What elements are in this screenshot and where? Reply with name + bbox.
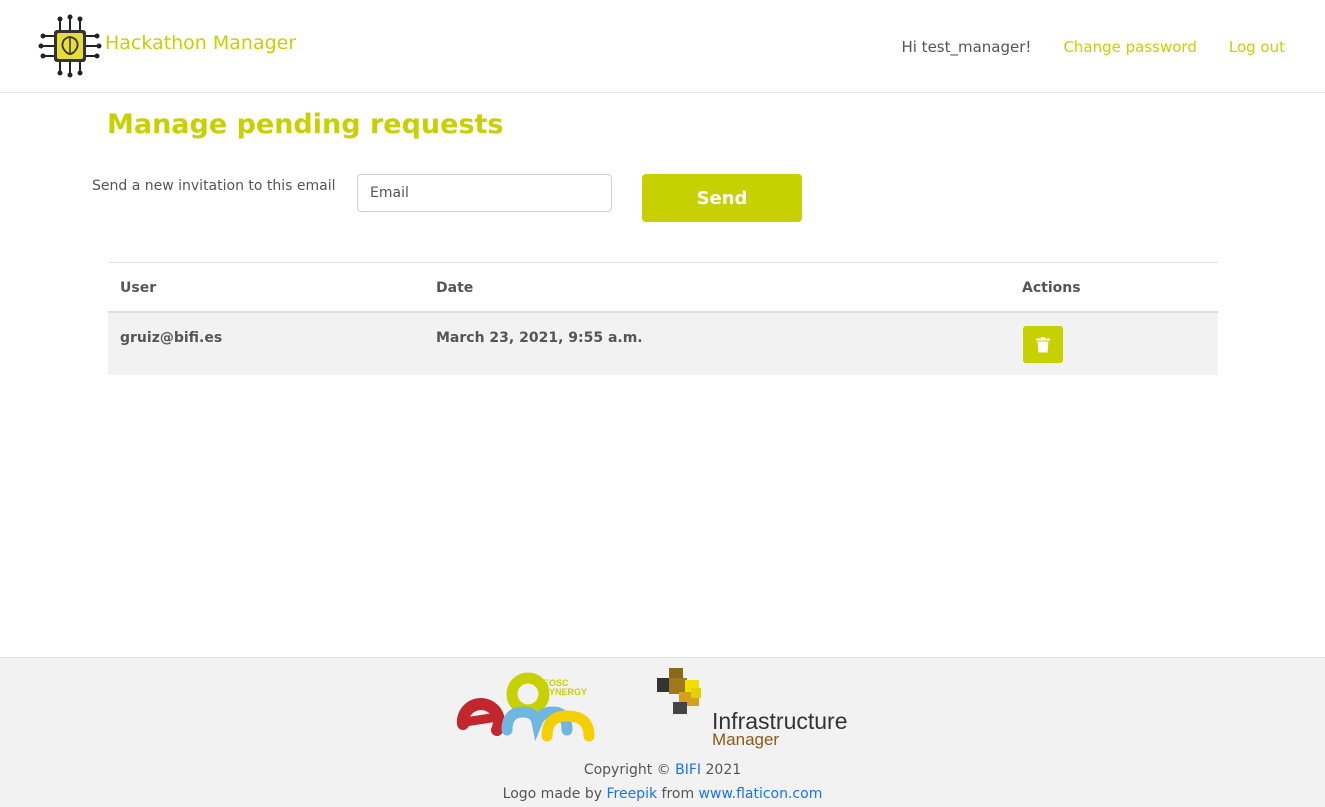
eosc-synergy-logo[interactable]: EOSC SYNERGY — [455, 672, 600, 747]
row-date: March 23, 2021, 9:55 a.m. — [436, 330, 643, 346]
nav-user-menu: Hi test_manager! Change password Log out — [901, 38, 1285, 56]
copyright-suffix: 2021 — [701, 762, 742, 778]
eosc-synergy-text: EOSC SYNERGY — [543, 679, 587, 697]
flaticon-link[interactable]: www.flaticon.com — [699, 786, 823, 802]
logo-credit-prefix: Logo made by — [502, 786, 607, 802]
change-password-link[interactable]: Change password — [1063, 38, 1196, 56]
bifi-link[interactable]: BIFI — [675, 762, 701, 778]
freepik-link[interactable]: Freepik — [606, 786, 657, 802]
invite-email-label: Send a new invitation to this email — [92, 178, 336, 194]
column-header-date: Date — [436, 280, 474, 296]
invite-email-input[interactable] — [357, 174, 612, 212]
copyright-text: Copyright © BIFI 2021 — [0, 762, 1325, 778]
logo-credit-text: Logo made by Freepik from www.flaticon.c… — [0, 786, 1325, 802]
trash-icon — [1036, 336, 1050, 352]
app-title[interactable]: Hackathon Manager — [105, 32, 296, 54]
delete-request-button[interactable] — [1023, 326, 1063, 363]
user-greeting: Hi test_manager! — [901, 38, 1032, 56]
footer: EOSC SYNERGY Infrastructure Manager Copy… — [0, 657, 1325, 807]
page-title: Manage pending requests — [107, 109, 504, 140]
circuit-brain-icon — [38, 14, 102, 78]
synergy-text: SYNERGY — [543, 687, 588, 697]
table-row: gruiz@bifi.es March 23, 2021, 9:55 a.m. — [108, 313, 1218, 375]
row-user-email: gruiz@bifi.es — [120, 330, 223, 346]
copyright-prefix: Copyright © — [583, 762, 676, 778]
column-header-actions: Actions — [1022, 280, 1081, 296]
navbar: Hackathon Manager Hi test_manager! Chang… — [0, 0, 1325, 93]
brand-link[interactable]: Hackathon Manager — [38, 14, 296, 78]
manager-text: Manager — [712, 730, 780, 749]
send-invitation-button[interactable]: Send — [642, 174, 802, 222]
infrastructure-manager-logo-mark — [657, 668, 701, 714]
infrastructure-manager-logo[interactable]: Infrastructure Manager — [655, 668, 865, 750]
logout-link[interactable]: Log out — [1229, 38, 1285, 56]
logo-credit-mid: from — [657, 786, 699, 802]
column-header-user: User — [120, 280, 157, 296]
pending-requests-table: User Date Actions gruiz@bifi.es March 23… — [108, 262, 1218, 375]
table-header: User Date Actions — [108, 263, 1218, 313]
